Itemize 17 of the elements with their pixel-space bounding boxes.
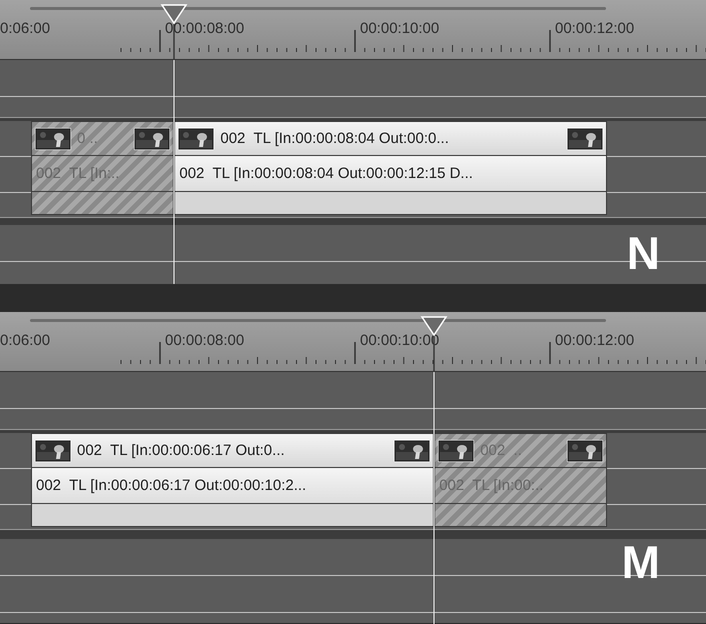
timecode: 0:06:00 [0, 20, 50, 37]
timecode: 00:00:12:00 [555, 20, 634, 37]
timecode: 0:06:00 [0, 332, 50, 349]
clip-name: 002 .. [480, 442, 523, 459]
clip-name: 002 TL [In:00:00:06:17 Out:0... [77, 442, 286, 459]
clip-name: 0 .. [77, 130, 99, 147]
clip-title: 002 TL [In:00:.. [435, 468, 606, 504]
timecode: 00:00:08:00 [165, 332, 244, 349]
clip-title: 002 TL [In:00:00:08:04 Out:00:00:12:15 D... [175, 156, 606, 192]
timecode: 00:00:10:00 [360, 20, 440, 37]
clip-title: 002 TL [In:00:00:06:17 Out:00:00:10:2... [32, 468, 434, 504]
video-clip[interactable]: 002 TL [In:00:00:08:04 Out:00:0... 002 TL [In:00:00:08:04 Out:00:00:12:15 D... [174, 121, 607, 215]
clip-title: 002 TL [In:.. [32, 156, 174, 192]
timecode: 00:00:12:00 [555, 332, 634, 349]
panel-label: M [622, 539, 660, 585]
clip-name: 002 TL [In:00:00:08:04 Out:00:0... [220, 130, 450, 147]
video-clip[interactable]: 002 TL [In:00:00:06:17 Out:0... 002 TL [In:00:00:06:17 Out:00:00:10:2... [31, 433, 434, 527]
